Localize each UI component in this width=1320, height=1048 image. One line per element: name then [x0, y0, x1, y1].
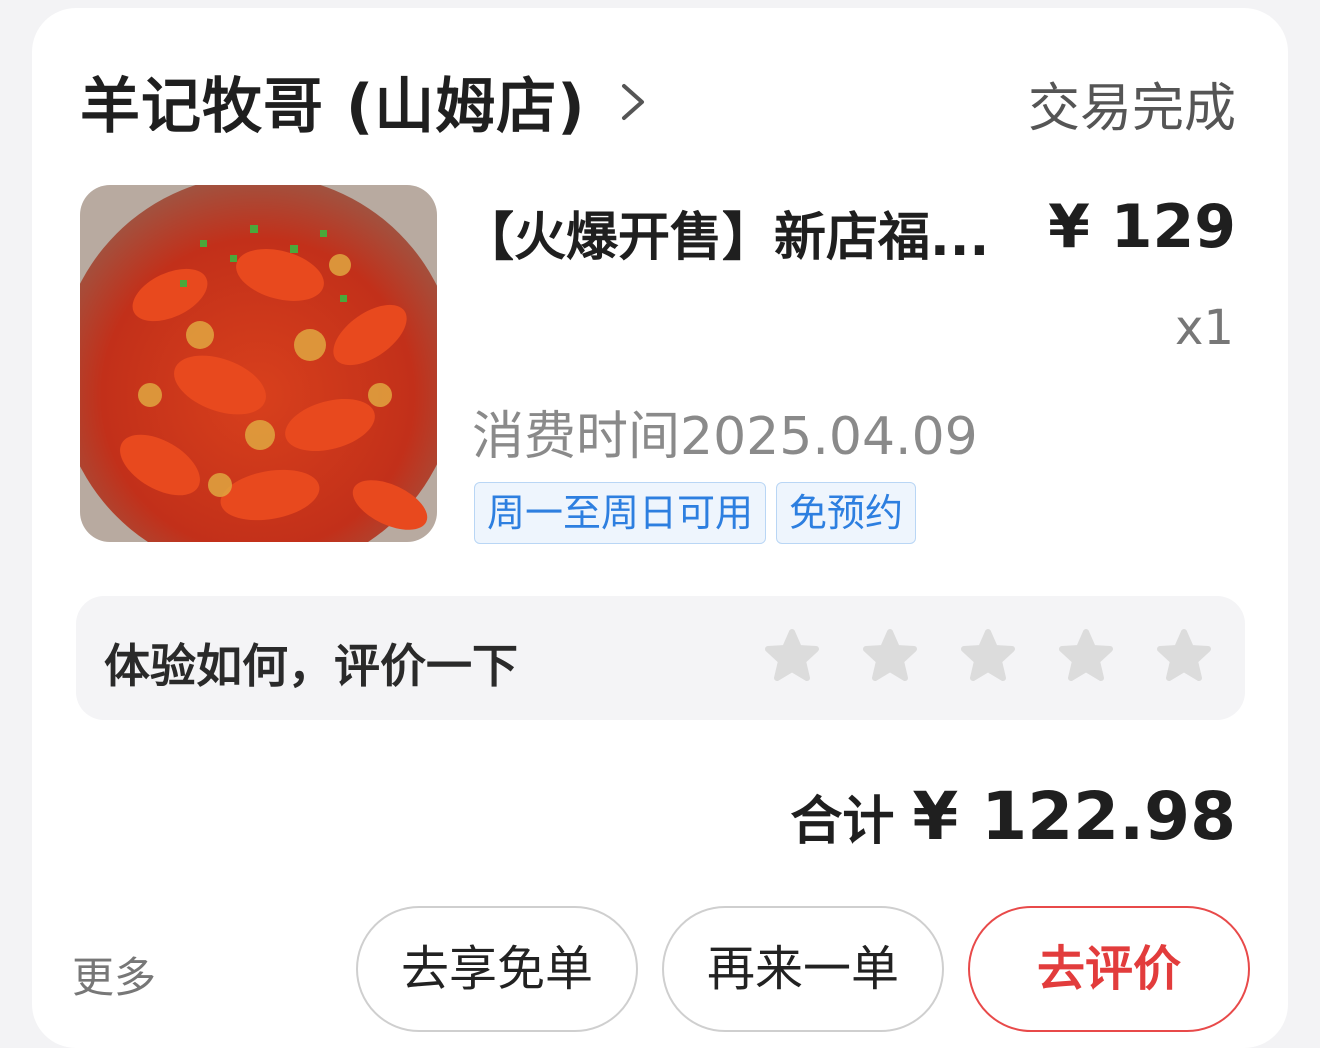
star-icon[interactable]: [761, 626, 823, 688]
star-icon[interactable]: [859, 626, 921, 688]
shop-name: 羊记牧哥 (山姆店): [80, 72, 586, 142]
consume-time: 消费时间2025.04.09: [472, 407, 978, 467]
product-quantity: x1: [1175, 300, 1234, 356]
total-amount: ¥ 122.98: [912, 778, 1236, 855]
crayfish-dish-icon: [80, 185, 437, 542]
write-review-button[interactable]: 去评价: [968, 906, 1250, 1032]
tag-availability: 周一至周日可用: [474, 482, 767, 544]
product-title[interactable]: 【火爆开售】新店福...: [462, 195, 989, 270]
shop-link[interactable]: 羊记牧哥 (山姆店): [80, 58, 652, 145]
review-prompt-box: 体验如何，评价一下: [76, 596, 1245, 720]
star-icon[interactable]: [957, 626, 1019, 688]
star-icon[interactable]: [1055, 626, 1117, 688]
product-price: ¥ 129: [1048, 192, 1236, 262]
reorder-button[interactable]: 再来一单: [662, 906, 944, 1032]
more-button[interactable]: 更多: [72, 944, 156, 1005]
free-order-button[interactable]: 去享免单: [356, 906, 638, 1032]
review-prompt: 体验如何，评价一下: [104, 639, 518, 693]
chevron-right-icon: [621, 83, 644, 120]
product-tags: 周一至周日可用 免预约: [474, 482, 917, 544]
product-image[interactable]: [80, 185, 437, 542]
total-label: 合计: [790, 792, 895, 852]
order-total: 合计 ¥ 122.98: [790, 778, 1236, 855]
star-rating[interactable]: [761, 626, 1215, 688]
order-status: 交易完成: [1027, 79, 1236, 139]
star-icon[interactable]: [1153, 626, 1215, 688]
tag-no-reservation: 免预约: [776, 482, 917, 544]
